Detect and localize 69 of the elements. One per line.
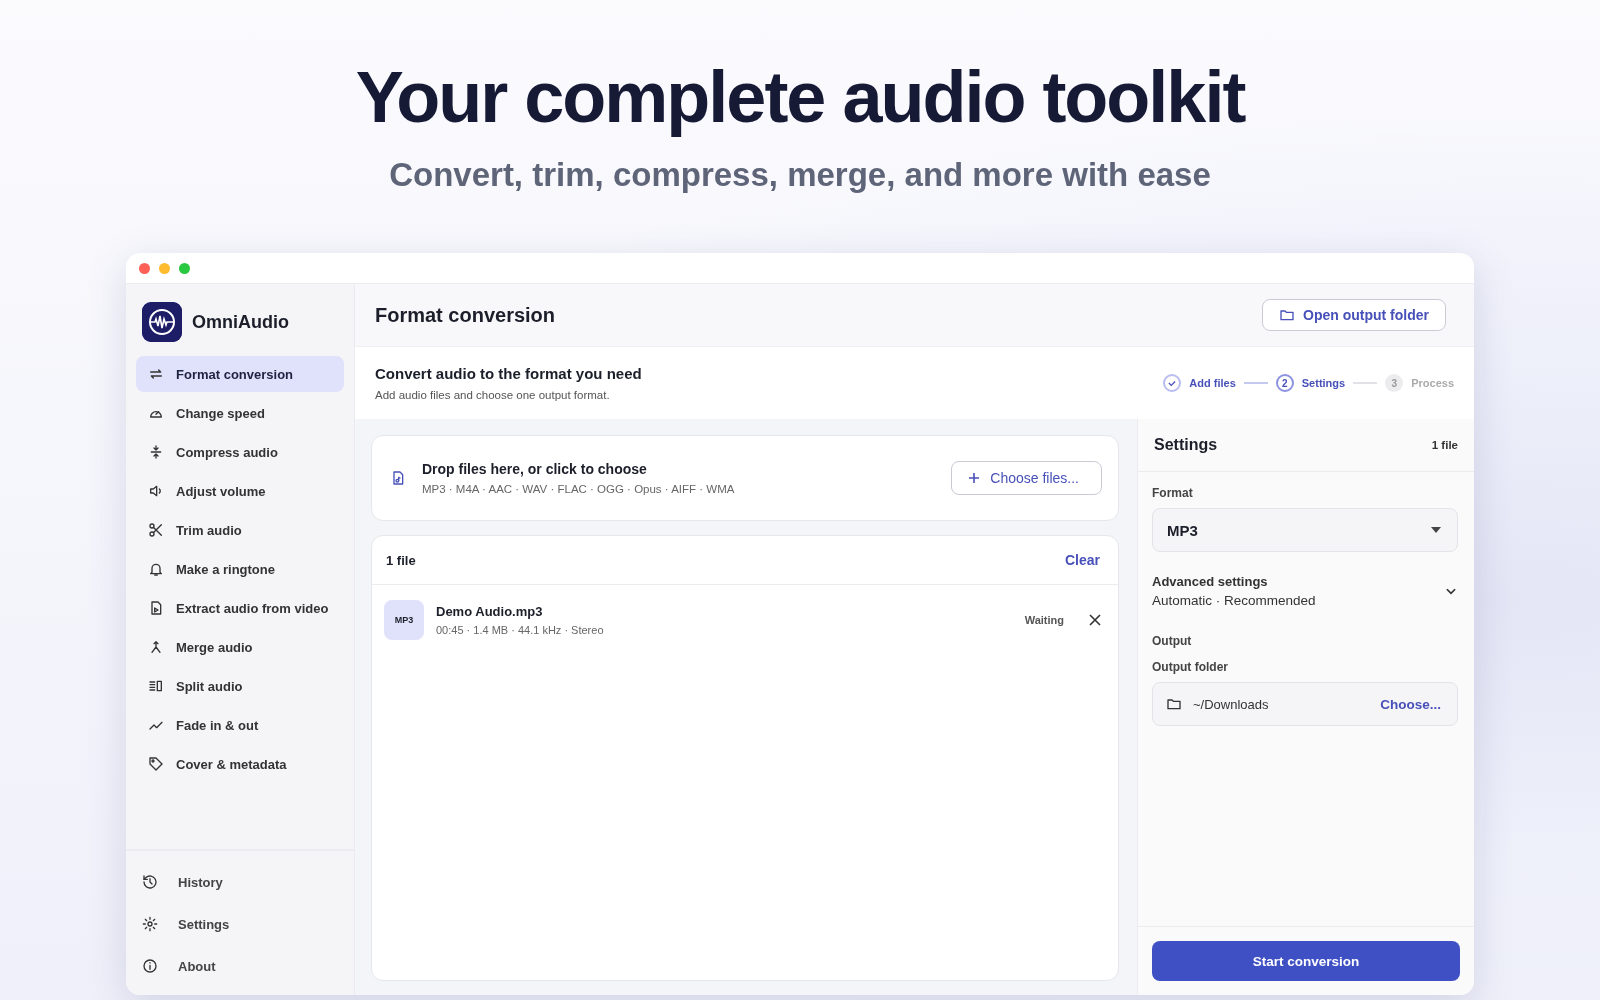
sidebar-item[interactable]: Settings bbox=[142, 903, 338, 945]
close-button[interactable] bbox=[139, 262, 150, 274]
sidebar-item[interactable]: Compress audio bbox=[136, 434, 344, 470]
sidebar-item[interactable]: Merge audio bbox=[136, 629, 344, 665]
drop-title: Drop files here, or click to choose bbox=[422, 461, 648, 477]
music-file-icon bbox=[390, 470, 406, 486]
check-step-icon bbox=[1163, 374, 1182, 392]
file-status: Waiting bbox=[1024, 614, 1064, 626]
format-list: MP3 · M4A · AAC · WAV · FLAC · OGG · Opus · AIFF · WMA bbox=[422, 483, 735, 495]
sidebar-item[interactable]: Format conversion bbox=[136, 356, 344, 392]
field-label: Format bbox=[1152, 486, 1194, 500]
split-icon bbox=[148, 678, 164, 694]
video-file-icon bbox=[148, 600, 164, 616]
swap-arrows-icon bbox=[148, 366, 164, 382]
section-label: Output bbox=[1152, 634, 1193, 648]
sidebar-item[interactable]: History bbox=[142, 861, 338, 903]
sidebar-item[interactable]: Trim audio bbox=[136, 512, 344, 548]
caret-icon bbox=[1431, 527, 1441, 533]
subheadline: Convert, trim, compress, merge, and more with ease bbox=[389, 156, 1211, 194]
format-dropdown[interactable]: MP3 bbox=[1152, 508, 1458, 552]
sidebar-item[interactable]: Cover & metadata bbox=[136, 746, 344, 782]
history-icon bbox=[142, 874, 158, 890]
minimize-button[interactable] bbox=[159, 262, 170, 274]
section-description: Add audio files and choose one output format. bbox=[375, 389, 611, 401]
scissors-icon bbox=[148, 522, 164, 538]
folder-icon bbox=[1165, 696, 1183, 712]
advanced-value: Automatic · Recommended bbox=[1152, 593, 1316, 608]
sidebar-item[interactable]: Split audio bbox=[136, 668, 344, 704]
file-count: 1 file bbox=[1431, 439, 1458, 451]
merge-icon bbox=[148, 639, 164, 655]
file-details: 00:45 · 1.4 MB · 44.1 kHz · Stereo bbox=[436, 624, 604, 636]
sidebar-item[interactable]: Extract audio from video bbox=[136, 590, 344, 626]
open-folder-button[interactable]: Open output folder bbox=[1262, 299, 1446, 331]
panel-title: Settings bbox=[1154, 436, 1218, 454]
app-name: OmniAudio bbox=[192, 311, 289, 333]
folder-icon bbox=[1279, 307, 1295, 323]
bell-icon bbox=[148, 561, 164, 577]
step-label: Add files bbox=[1189, 377, 1236, 389]
advanced-title: Advanced settings bbox=[1152, 574, 1269, 589]
compress-icon bbox=[148, 444, 164, 460]
choose-files-button[interactable]: Choose files... bbox=[951, 461, 1102, 495]
file-type-badge: MP3 bbox=[384, 600, 424, 640]
step-label: Settings bbox=[1301, 377, 1346, 389]
step-label: Process bbox=[1411, 377, 1454, 389]
speaker-icon bbox=[148, 483, 164, 499]
step-number: 3 bbox=[1385, 374, 1404, 392]
clear-link[interactable]: Clear bbox=[1064, 552, 1100, 568]
file-name: Demo Audio.mp3 bbox=[436, 604, 544, 619]
sidebar-item[interactable]: Change speed bbox=[136, 395, 344, 431]
page-title: Format conversion bbox=[375, 303, 556, 327]
info-icon bbox=[142, 958, 158, 974]
tag-icon bbox=[148, 756, 164, 772]
plus-icon bbox=[968, 472, 981, 484]
step-number: 2 bbox=[1275, 374, 1294, 392]
sidebar-item[interactable]: Adjust volume bbox=[136, 473, 344, 509]
section-title: Convert audio to the format you need bbox=[375, 365, 642, 382]
sidebar-item[interactable]: Make a ringtone bbox=[136, 551, 344, 587]
zoom-button[interactable] bbox=[179, 262, 190, 274]
sidebar-item[interactable]: About bbox=[142, 945, 338, 987]
sidebar-item[interactable]: Fade in & out bbox=[136, 707, 344, 743]
headline: Your complete audio toolkit bbox=[355, 56, 1245, 138]
folder-field[interactable]: ~/Downloads Choose... bbox=[1152, 682, 1458, 726]
app-logo-icon bbox=[142, 302, 182, 342]
drop-zone[interactable]: Drop files here, or click to choose MP3 · M4A · AAC · WAV · FLAC · OGG · Opus · AIFF · WMA Choose files... bbox=[371, 435, 1119, 521]
choose-link[interactable]: Choose... bbox=[1380, 696, 1441, 712]
field-label: Output folder bbox=[1152, 660, 1229, 674]
file-count: 1 file bbox=[386, 552, 416, 568]
remove-icon[interactable] bbox=[1088, 613, 1102, 627]
start-button[interactable]: Start conversion bbox=[1152, 941, 1460, 981]
